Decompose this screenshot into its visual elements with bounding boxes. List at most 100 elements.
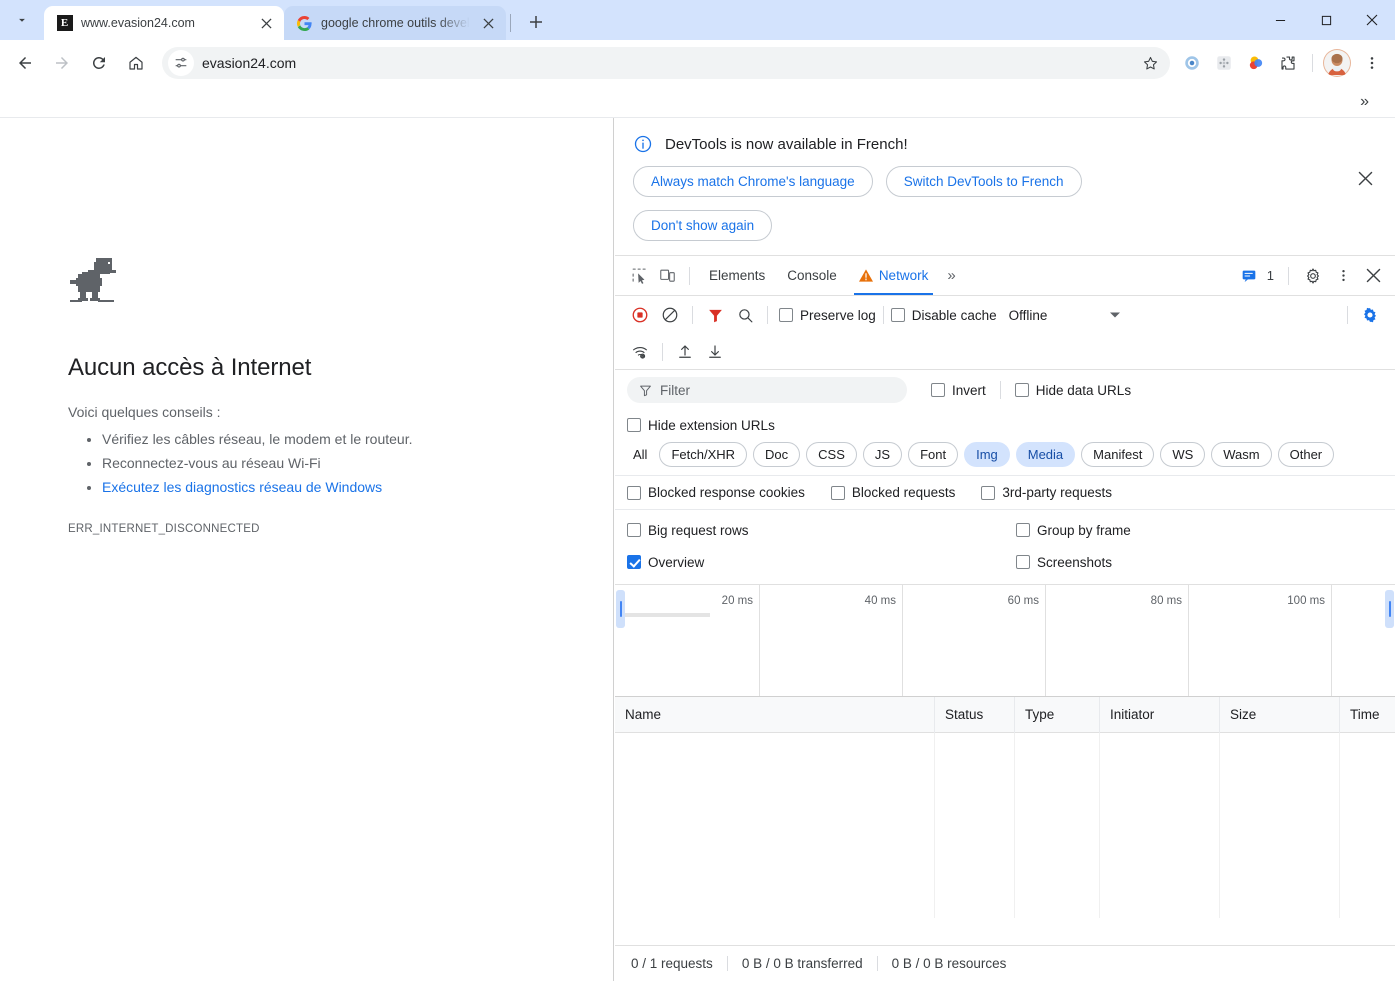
hide-extension-row: Hide extension URLs bbox=[615, 410, 1395, 440]
request-filter-row: Blocked response cookies Blocked request… bbox=[615, 475, 1395, 509]
gear-icon[interactable] bbox=[1299, 262, 1327, 290]
column-header-time[interactable]: Time bbox=[1340, 697, 1395, 733]
gear-icon-active[interactable] bbox=[1355, 301, 1385, 329]
extension-blue-circle-icon[interactable] bbox=[1178, 49, 1206, 77]
filter-chip-doc[interactable]: Doc bbox=[753, 442, 801, 467]
throttling-select[interactable]: Offline bbox=[1009, 308, 1048, 323]
device-toolbar-icon[interactable] bbox=[653, 262, 681, 290]
filter-chip-ws[interactable]: WS bbox=[1160, 442, 1206, 467]
filter-chip-media[interactable]: Media bbox=[1015, 442, 1076, 467]
browser-tab-0[interactable]: E www.evasion24.com bbox=[44, 6, 284, 40]
inspect-element-icon[interactable] bbox=[625, 262, 653, 290]
checkbox-box bbox=[1014, 383, 1029, 397]
checkbox-box bbox=[981, 485, 996, 500]
filter-chip-other[interactable]: Other bbox=[1277, 442, 1335, 467]
reload-button[interactable] bbox=[82, 46, 116, 80]
switch-to-french-button[interactable]: Switch DevTools to French bbox=[885, 166, 1082, 197]
network-diagnostics-link[interactable]: Exécutez les diagnostics réseau de Windo… bbox=[102, 479, 382, 495]
three-dot-menu-icon[interactable] bbox=[1329, 262, 1357, 290]
filter-chip-all[interactable]: All bbox=[627, 443, 653, 466]
checkbox-box bbox=[627, 555, 641, 569]
blocked-response-cookies-checkbox[interactable]: Blocked response cookies bbox=[627, 485, 805, 500]
error-tips-list: Vérifiez les câbles réseau, le modem et … bbox=[68, 428, 538, 499]
extension-color-circle-icon[interactable] bbox=[1242, 49, 1270, 77]
big-request-rows-checkbox[interactable]: Big request rows bbox=[627, 523, 1016, 538]
search-icon[interactable] bbox=[730, 301, 760, 329]
browser-tab-1[interactable]: google chrome outils developp bbox=[284, 6, 506, 40]
filter-chip-js[interactable]: JS bbox=[862, 442, 903, 467]
network-overview-timeline[interactable]: 20 ms 40 ms 60 ms 80 ms 100 ms bbox=[615, 584, 1395, 697]
screenshots-checkbox[interactable]: Screenshots bbox=[1016, 555, 1112, 570]
column-header-initiator[interactable]: Initiator bbox=[1100, 696, 1220, 733]
filter-chip-font[interactable]: Font bbox=[908, 442, 959, 467]
overview-checkbox[interactable]: Overview bbox=[627, 555, 1016, 570]
always-match-language-button[interactable]: Always match Chrome's language bbox=[633, 166, 873, 197]
filter-input[interactable]: Filter bbox=[627, 377, 907, 403]
chevron-down-icon[interactable] bbox=[1109, 309, 1121, 321]
back-button[interactable] bbox=[8, 46, 42, 80]
group-by-frame-checkbox[interactable]: Group by frame bbox=[1016, 523, 1131, 538]
three-dot-menu-icon[interactable] bbox=[1357, 48, 1387, 78]
filter-chip-manifest[interactable]: Manifest bbox=[1081, 442, 1155, 467]
star-icon[interactable] bbox=[1134, 47, 1166, 79]
extension-puzzle-icon[interactable] bbox=[1274, 49, 1302, 77]
tab-close-button[interactable] bbox=[256, 13, 276, 33]
column-header-name[interactable]: Name bbox=[615, 696, 935, 733]
bookmarks-overflow-button[interactable]: » bbox=[1360, 93, 1369, 110]
filter-chip-fetch-xhr[interactable]: Fetch/XHR bbox=[659, 442, 748, 467]
import-har-icon[interactable] bbox=[670, 338, 700, 366]
preserve-log-checkbox[interactable]: Preserve log bbox=[779, 308, 876, 323]
avatar[interactable] bbox=[1323, 49, 1351, 77]
more-tabs-button[interactable]: » bbox=[939, 267, 963, 284]
forward-button[interactable] bbox=[45, 46, 79, 80]
blocked-requests-checkbox[interactable]: Blocked requests bbox=[830, 485, 955, 500]
tune-icon[interactable] bbox=[168, 50, 194, 76]
column-header-size[interactable]: Size bbox=[1220, 696, 1340, 733]
third-party-requests-checkbox[interactable]: 3rd-party requests bbox=[981, 485, 1112, 500]
filter-chip-css[interactable]: CSS bbox=[806, 442, 857, 467]
invert-checkbox[interactable]: Invert bbox=[931, 383, 986, 398]
window-close-button[interactable] bbox=[1349, 0, 1395, 40]
extension-grey-grid-icon[interactable] bbox=[1210, 49, 1238, 77]
tab-elements[interactable]: Elements bbox=[698, 256, 776, 295]
network-status-bar: 0 / 1 requests 0 B / 0 B transferred 0 B… bbox=[615, 945, 1395, 981]
new-tab-button[interactable] bbox=[521, 7, 551, 37]
checkbox-label: Overview bbox=[648, 554, 705, 570]
browser-toolbar: evasion24.com bbox=[0, 40, 1395, 86]
export-har-icon[interactable] bbox=[700, 338, 730, 366]
tab-search-button[interactable] bbox=[0, 0, 44, 40]
tab-close-button[interactable] bbox=[478, 13, 498, 33]
home-button[interactable] bbox=[119, 46, 153, 80]
tab-console[interactable]: Console bbox=[776, 256, 848, 295]
tab-label: Elements bbox=[709, 268, 766, 283]
filter-chip-img[interactable]: Img bbox=[964, 442, 1010, 467]
issues-icon[interactable] bbox=[1235, 262, 1263, 290]
window-minimize-button[interactable] bbox=[1257, 0, 1303, 40]
dino-icon bbox=[68, 256, 124, 306]
checkbox-box bbox=[931, 383, 945, 397]
record-stop-icon[interactable] bbox=[625, 301, 655, 329]
window-maximize-button[interactable] bbox=[1303, 0, 1349, 40]
timeline-left-handle[interactable] bbox=[616, 590, 625, 628]
address-bar[interactable]: evasion24.com bbox=[162, 47, 1170, 79]
checkbox-label: Disable cache bbox=[911, 307, 997, 323]
clear-icon[interactable] bbox=[655, 301, 685, 329]
notice-message: DevTools is now available in French! bbox=[665, 135, 908, 153]
hide-extension-urls-checkbox[interactable]: Hide extension URLs bbox=[627, 418, 775, 433]
timeline-right-handle[interactable] bbox=[1385, 590, 1394, 628]
column-header-type[interactable]: Type bbox=[1015, 696, 1100, 733]
hide-data-urls-checkbox[interactable]: Hide data URLs bbox=[1014, 382, 1132, 398]
tab-network[interactable]: Network bbox=[848, 256, 940, 295]
tabbar-divider bbox=[689, 266, 690, 285]
filter-icon[interactable] bbox=[700, 301, 730, 329]
dont-show-again-button[interactable]: Don't show again bbox=[633, 210, 773, 241]
disable-cache-checkbox[interactable]: Disable cache bbox=[890, 307, 997, 323]
filter-chip-wasm[interactable]: Wasm bbox=[1211, 442, 1272, 467]
close-icon[interactable] bbox=[1351, 164, 1379, 192]
checkbox-label: Hide data URLs bbox=[1035, 382, 1132, 398]
issues-count: 1 bbox=[1266, 268, 1274, 283]
column-header-status[interactable]: Status bbox=[935, 696, 1015, 733]
wifi-settings-icon[interactable] bbox=[625, 338, 655, 366]
close-icon[interactable] bbox=[1359, 262, 1387, 290]
list-item[interactable]: Exécutez les diagnostics réseau de Windo… bbox=[102, 476, 538, 499]
